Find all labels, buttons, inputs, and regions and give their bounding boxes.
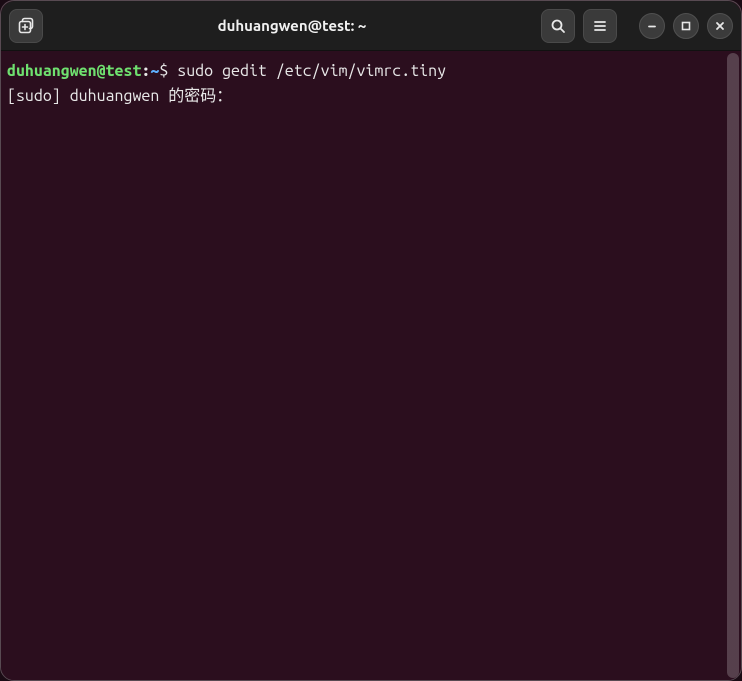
- cursor: [232, 85, 241, 103]
- new-tab-icon: [17, 17, 35, 35]
- minimize-button[interactable]: [639, 13, 665, 39]
- menu-button[interactable]: [583, 9, 617, 43]
- search-button[interactable]: [541, 9, 575, 43]
- sudo-password-prompt: [sudo] duhuangwen 的密码：: [7, 87, 232, 105]
- search-icon: [550, 18, 566, 34]
- scrollbar[interactable]: [727, 53, 739, 678]
- prompt-path: ~: [150, 62, 159, 80]
- close-icon: [714, 20, 726, 32]
- hamburger-menu-icon: [592, 18, 608, 34]
- maximize-button[interactable]: [673, 13, 699, 39]
- prompt-line: duhuangwen@test:~$ sudo gedit /etc/vim/v…: [7, 59, 739, 84]
- terminal-body[interactable]: duhuangwen@test:~$ sudo gedit /etc/vim/v…: [1, 51, 741, 680]
- command-text: sudo gedit /etc/vim/vimrc.tiny: [177, 62, 446, 80]
- titlebar: duhuangwen@test: ~: [1, 1, 741, 51]
- scrollbar-thumb[interactable]: [727, 53, 739, 678]
- new-tab-button[interactable]: [9, 9, 43, 43]
- window-title: duhuangwen@test: ~: [43, 17, 541, 34]
- terminal-window: duhuangwen@test: ~: [0, 0, 742, 681]
- minimize-icon: [646, 20, 658, 32]
- prompt-userhost: duhuangwen@test: [7, 62, 141, 80]
- maximize-icon: [680, 20, 692, 32]
- prompt-dollar: $: [159, 62, 177, 80]
- close-button[interactable]: [707, 13, 733, 39]
- output-line: [sudo] duhuangwen 的密码：: [7, 84, 739, 109]
